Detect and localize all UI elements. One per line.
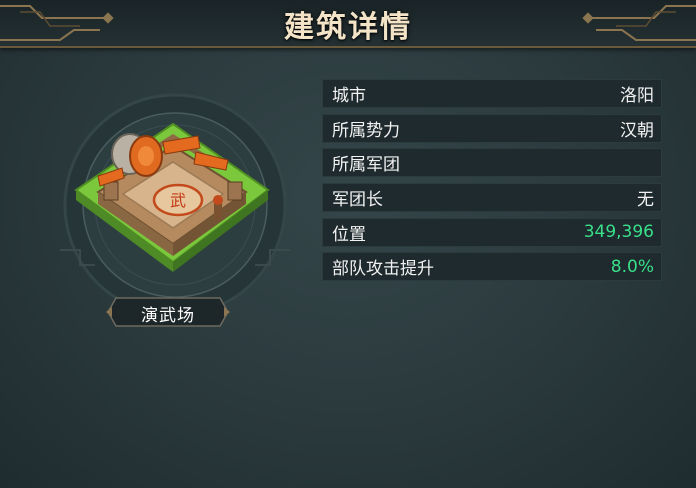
info-label: 所属军团	[332, 155, 400, 176]
info-label: 军团长	[332, 190, 383, 211]
info-value: 无	[637, 190, 654, 211]
info-row-legion-leader: 军团长 无	[322, 183, 662, 213]
info-row-faction: 所属势力 汉朝	[322, 113, 662, 143]
building-name-plate: 演武场	[106, 296, 230, 328]
info-row-position: 位置 349,396	[322, 217, 662, 247]
info-row-legion: 所属军团	[322, 148, 662, 178]
info-row-city: 城市 洛阳	[322, 79, 662, 108]
training-ground-building-icon[interactable]: 武	[68, 112, 278, 287]
right-corner-ornament-icon	[582, 5, 696, 41]
info-label: 城市	[332, 86, 366, 106]
info-label: 部队攻击提升	[332, 259, 434, 280]
building-name: 演武场	[141, 306, 195, 326]
info-label: 所属势力	[332, 120, 400, 141]
info-value: 8.0%	[610, 256, 654, 277]
info-value: 汉朝	[620, 120, 654, 141]
building-flag-char: 武	[170, 191, 186, 210]
info-value: 349,396	[583, 222, 654, 243]
info-value: 洛阳	[620, 86, 654, 106]
building-info-table: 城市 洛阳 所属势力 汉朝 所属军团 军团长 无 位置 349,396 部队攻击…	[322, 79, 662, 287]
info-row-attack-bonus: 部队攻击提升 8.0%	[322, 252, 662, 282]
info-label: 位置	[332, 224, 366, 245]
header-bar: 建筑详情	[0, 0, 696, 48]
